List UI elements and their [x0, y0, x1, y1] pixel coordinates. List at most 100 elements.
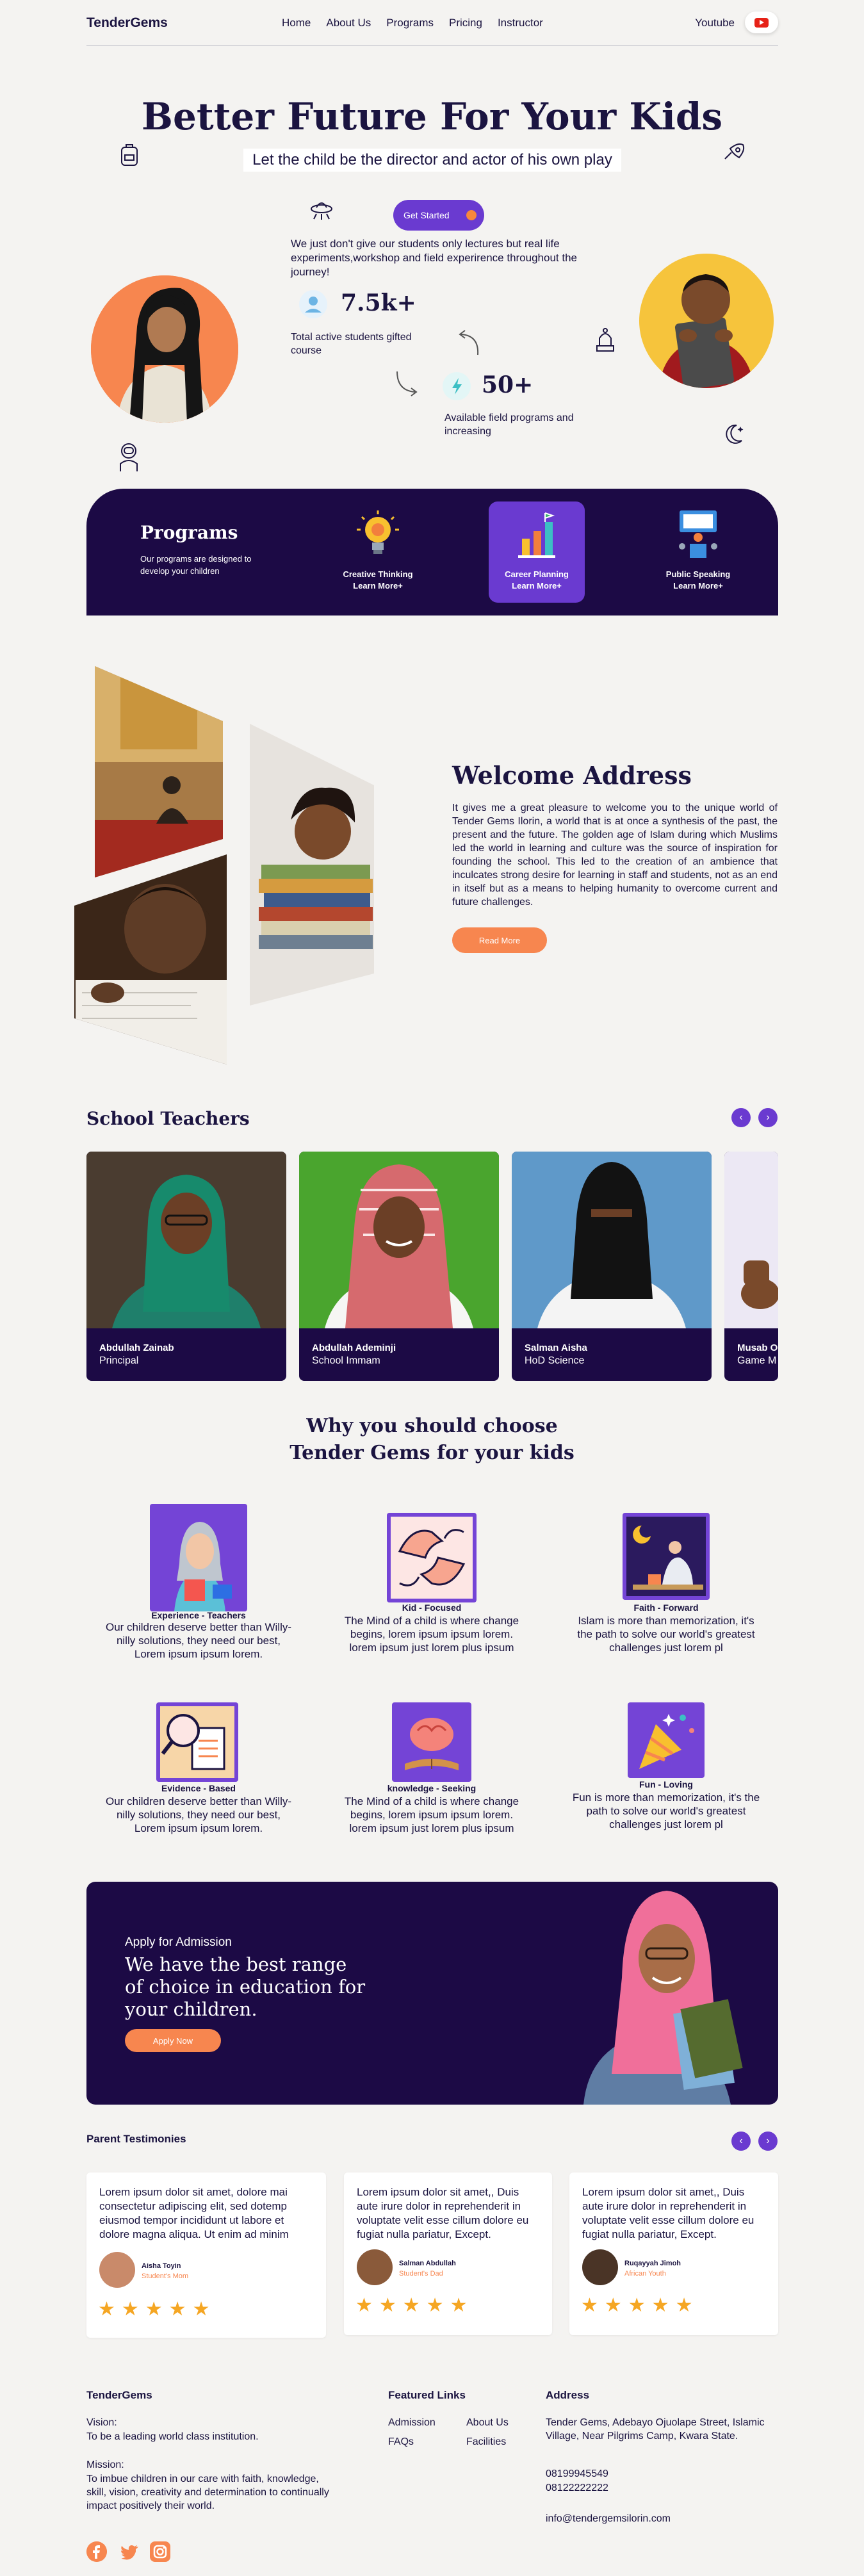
feature-title: Experience - Teachers — [151, 1610, 246, 1620]
testimonial-card: Lorem ipsum dolor sit amet,, Duis aute i… — [344, 2172, 552, 2335]
rocket-icon — [724, 143, 745, 159]
youtube-button[interactable] — [745, 12, 778, 33]
why-title: Why you should choose Tender Gems for yo… — [0, 1413, 864, 1467]
footer-vision: To be a leading world class institution. — [86, 2431, 259, 2442]
learn-more-link[interactable]: Learn More+ — [489, 581, 585, 591]
footer-email[interactable]: info@tendergemsilorin.com — [546, 2512, 671, 2525]
testimonial-quote: Lorem ipsum dolor sit amet,, Duis aute i… — [357, 2186, 529, 2240]
teacher-role: Game M — [737, 1355, 777, 1366]
avatar — [99, 2252, 135, 2288]
avatar — [357, 2249, 393, 2285]
teacher-card[interactable]: Salman Aisha HoD Science — [512, 1152, 712, 1381]
program-title: Career Planning — [505, 569, 569, 579]
nav-pricing[interactable]: Pricing — [449, 17, 482, 29]
teacher-name: Abdullah Ademinji — [312, 1342, 396, 1353]
footer-address: Tender Gems, Adebayo Ojuolape Street, Is… — [546, 2417, 765, 2441]
youtube-label[interactable]: Youtube — [695, 17, 735, 29]
nav-programs[interactable]: Programs — [386, 17, 434, 29]
feature-title: Evidence - Based — [161, 1783, 236, 1793]
avatar — [582, 2249, 618, 2285]
teacher-photo — [299, 1152, 499, 1328]
stat-programs-label: Available field programs and increasing — [444, 412, 574, 437]
get-started-button[interactable]: Get Started — [393, 200, 484, 231]
footer-phone-2[interactable]: 08122222222 — [546, 2481, 608, 2495]
testimonial-quote: Lorem ipsum dolor sit amet,, Duis aute i… — [582, 2186, 754, 2240]
top-navbar: TenderGems Home About Us Programs Pricin… — [86, 0, 778, 46]
teacher-name: Abdullah Zainab — [99, 1342, 174, 1353]
lightning-icon — [443, 372, 471, 400]
welcome-image-collage — [74, 666, 374, 1064]
bar-chart-icon — [518, 512, 555, 558]
ufo-icon — [311, 202, 332, 220]
learn-more-link[interactable]: Learn More+ — [650, 581, 746, 591]
hero-boy-image — [639, 254, 774, 388]
feature-title: Faith - Forward — [633, 1602, 699, 1613]
testimonial-role: Student's Dad — [399, 2270, 443, 2278]
feature-title: Kid - Focused — [402, 1602, 462, 1613]
footer-mission-label: Mission: — [86, 2459, 124, 2470]
testimonial-role: African Youth — [624, 2270, 666, 2278]
admission-student-image — [583, 1891, 743, 2105]
why-title-line2: Tender Gems for your kids — [289, 1442, 575, 1464]
arrow-icon — [466, 210, 477, 220]
footer-phone-1[interactable]: 08199945549 — [546, 2467, 608, 2481]
youtube-icon — [754, 17, 769, 28]
hero-subtitle: Let the child be the director and actor … — [243, 149, 621, 172]
facebook-icon[interactable] — [86, 2541, 107, 2562]
footer-link-admission[interactable]: Admission — [388, 2416, 436, 2429]
welcome-text: It gives me a great pleasure to welcome … — [452, 803, 778, 908]
why-title-line1: Why you should choose — [306, 1415, 558, 1437]
program-creative-thinking[interactable]: Creative Thinking Learn More+ — [330, 501, 426, 603]
teacher-name: Musab O — [737, 1342, 778, 1353]
teachers-next-button[interactable]: › — [758, 1108, 778, 1127]
twitter-icon[interactable] — [119, 2541, 140, 2562]
get-started-label: Get Started — [403, 210, 450, 220]
hero-girl-image — [91, 275, 238, 423]
speaker-podium-icon — [679, 510, 717, 558]
nav-instructor[interactable]: Instructor — [498, 17, 543, 29]
footer-link-about[interactable]: About Us — [466, 2416, 509, 2429]
programs-description: Our programs are designed to develop you… — [140, 554, 252, 576]
testimonials-prev-button[interactable]: ‹ — [731, 2132, 751, 2151]
admission-kicker: Apply for Admission — [125, 1936, 232, 1949]
nav-about[interactable]: About Us — [326, 17, 371, 29]
footer-link-facilities[interactable]: Facilities — [466, 2435, 506, 2449]
feature-title: knowledge - Seeking — [387, 1783, 477, 1793]
testimonial-author: Aisha Toyin — [142, 2262, 181, 2270]
brand-logo[interactable]: TenderGems — [86, 15, 168, 31]
footer-link-faqs[interactable]: FAQs — [388, 2435, 414, 2449]
testimonials-next-button[interactable]: › — [758, 2132, 778, 2151]
teacher-card[interactable]: Musab O Game M — [724, 1152, 778, 1381]
address-title: Address — [546, 2389, 590, 2401]
instagram-icon[interactable] — [150, 2541, 170, 2562]
feature-desc: Fun is more than memorization, it's the … — [572, 1791, 760, 1830]
testimonial-card: Lorem ipsum dolor sit amet, dolore mai c… — [86, 2172, 326, 2338]
programs-section: Programs Our programs are designed to de… — [86, 489, 778, 615]
nav-links: Home About Us Programs Pricing Instructo… — [282, 17, 543, 29]
program-career-planning[interactable]: Career Planning Learn More+ — [489, 501, 585, 603]
apply-now-button[interactable]: Apply Now — [125, 2029, 221, 2052]
stat-students-label: Total active students gifted course — [291, 332, 412, 356]
teacher-card[interactable]: Abdullah Zainab Principal — [86, 1152, 286, 1381]
admission-headline: We have the best range of choice in educ… — [125, 1953, 366, 2020]
teacher-card[interactable]: Abdullah Ademinji School Immam — [299, 1152, 499, 1381]
testimonial-quote: Lorem ipsum dolor sit amet, dolore mai c… — [99, 2186, 289, 2240]
teachers-prev-button[interactable]: ‹ — [731, 1108, 751, 1127]
program-public-speaking[interactable]: Public Speaking Learn More+ — [650, 501, 746, 603]
rating-stars-icon: ★★★★★ — [581, 2295, 699, 2316]
feature-experienced-teachers: Experience - Teachers — [102, 1504, 295, 1620]
featured-links-title: Featured Links — [388, 2389, 466, 2401]
learn-more-link[interactable]: Learn More+ — [330, 581, 426, 591]
program-title: Public Speaking — [665, 569, 731, 579]
feature-desc: Our children deserve better than Willy-n… — [105, 1795, 292, 1834]
bell-icon — [596, 328, 614, 352]
brain-book-icon — [392, 1702, 471, 1782]
programs-title: Programs — [140, 522, 238, 543]
nav-home[interactable]: Home — [282, 17, 311, 29]
teacher-photo — [724, 1152, 778, 1328]
lightbulb-icon — [357, 510, 399, 554]
feature-desc: The Mind of a child is where change begi… — [344, 1795, 519, 1834]
teachers-title: School Teachers — [86, 1108, 250, 1129]
rating-stars-icon: ★★★★★ — [98, 2299, 216, 2320]
read-more-button[interactable]: Read More — [452, 927, 547, 953]
